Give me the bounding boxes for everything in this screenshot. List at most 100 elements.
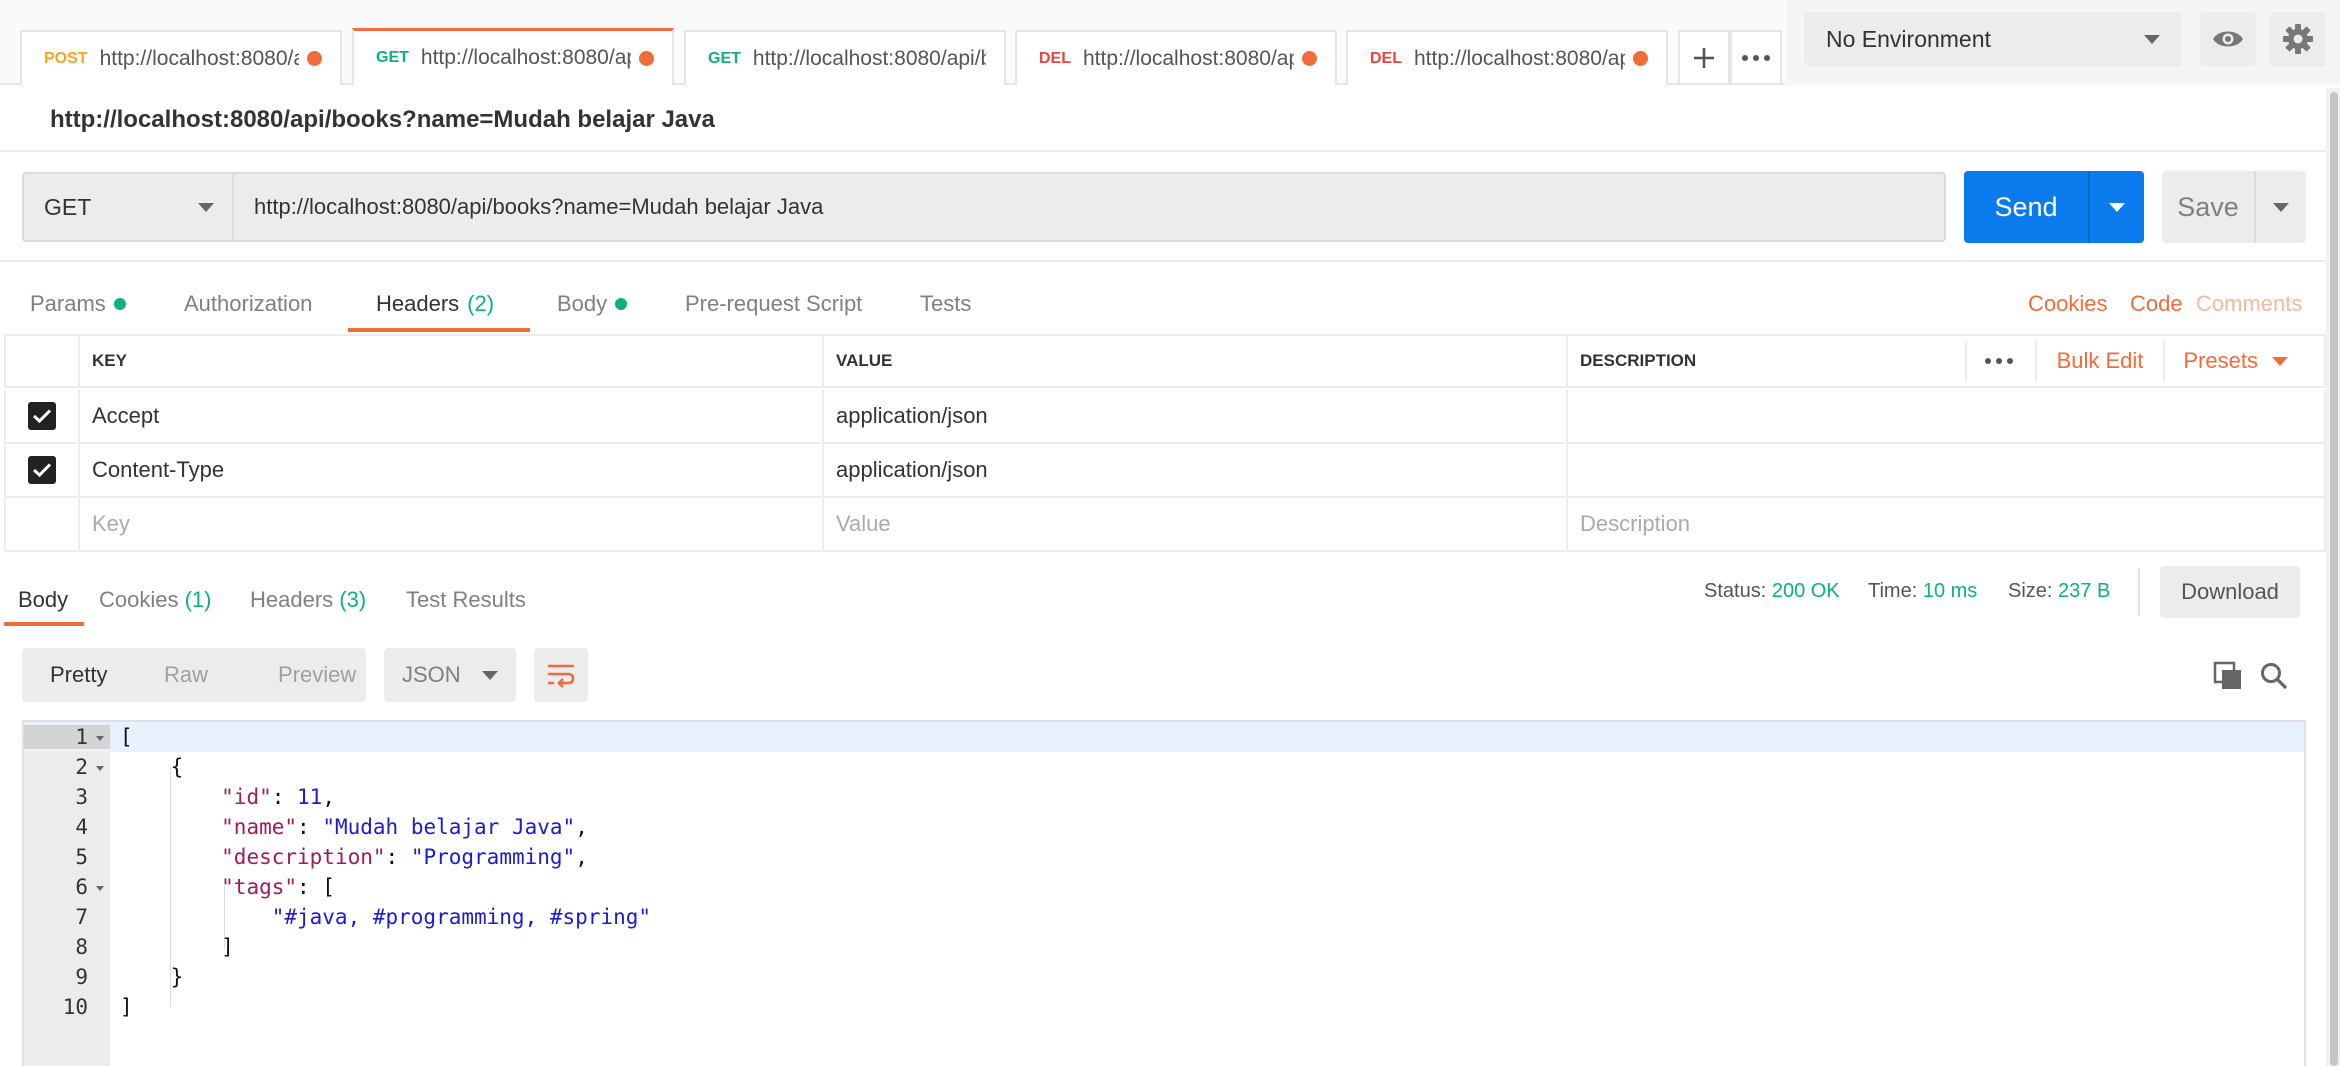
wrap-lines-button[interactable]: [534, 648, 588, 702]
format-preview-button[interactable]: Preview: [250, 662, 364, 688]
new-description-input[interactable]: Description: [1568, 498, 2324, 550]
response-cookies-label: Cookies: [99, 587, 179, 612]
line-number: 10: [62, 995, 88, 1019]
divider: [0, 150, 2326, 152]
request-name: http://localhost:8080/api/books?name=Mud…: [50, 106, 715, 133]
tab-url: http://localhost:8080/api/books: [99, 46, 299, 70]
table-row: Accept application/json: [4, 390, 2326, 444]
tab-method: DEL: [1370, 49, 1402, 67]
header-value-cell[interactable]: application/json: [824, 390, 1568, 442]
tab-params-label: Params: [30, 291, 106, 316]
header-checkbox-cell: [6, 336, 80, 386]
unsaved-dot: [1633, 51, 1648, 66]
response-tab-headers[interactable]: Headers (3): [250, 587, 366, 613]
request-tab[interactable]: GET http://localhost:8080/api/books: [684, 30, 1006, 85]
checkmark-icon: [32, 409, 52, 424]
response-format-group: Pretty Raw Preview: [22, 648, 366, 702]
header-key-cell[interactable]: Content-Type: [80, 444, 824, 496]
request-tab[interactable]: POST http://localhost:8080/api/books: [20, 30, 342, 85]
response-tab-cookies[interactable]: Cookies (1): [99, 587, 212, 613]
header-key-cell[interactable]: Accept: [80, 390, 824, 442]
tab-params[interactable]: Params: [30, 291, 126, 317]
code-line: 2 {: [24, 752, 2304, 782]
tab-headers[interactable]: Headers (2): [376, 291, 494, 317]
tab-body[interactable]: Body: [557, 291, 628, 317]
json-key: "id": [221, 785, 272, 809]
method-select[interactable]: GET: [22, 172, 234, 242]
tab-method: DEL: [1039, 49, 1071, 67]
download-button[interactable]: Download: [2160, 566, 2300, 618]
more-tabs-button[interactable]: [1730, 30, 1782, 85]
header-tools: DESCRIPTION Bulk Edit Presets: [1580, 341, 2312, 381]
request-tab-bar: POST http://localhost:8080/api/books GET…: [0, 0, 1785, 85]
search-response-button[interactable]: [2256, 658, 2292, 694]
new-key-input[interactable]: Key: [80, 498, 824, 550]
row-checkbox-cell: [6, 498, 80, 550]
send-button[interactable]: Send: [1964, 171, 2144, 243]
unsaved-dot: [1302, 51, 1317, 66]
tab-authorization[interactable]: Authorization: [184, 291, 312, 317]
presets-label: Presets: [2183, 348, 2258, 373]
table-row: Content-Type application/json: [4, 444, 2326, 498]
separator: [2034, 341, 2037, 381]
code-line: 4 "name": "Mudah belajar Java",: [24, 812, 2304, 842]
chevron-down-icon: [2273, 202, 2289, 212]
code-text: ]: [120, 995, 133, 1019]
gear-icon: [2283, 24, 2313, 54]
line-number: 1: [24, 725, 110, 749]
tab-method: POST: [44, 49, 88, 67]
environment-select[interactable]: No Environment: [1804, 12, 2182, 66]
fold-arrow-icon[interactable]: [96, 886, 104, 891]
url-input[interactable]: http://localhost:8080/api/books?name=Mud…: [232, 172, 1946, 242]
line-number-text: 1: [75, 725, 88, 749]
save-label: Save: [2177, 191, 2239, 222]
format-raw-button[interactable]: Raw: [136, 662, 250, 688]
response-status: Status: 200 OK: [1704, 580, 1840, 603]
send-options-dropdown[interactable]: [2090, 202, 2144, 212]
copy-icon: [2213, 661, 2241, 689]
header-description-cell[interactable]: [1568, 444, 2324, 496]
header-value-cell[interactable]: application/json: [824, 444, 1568, 496]
time-value: 10 ms: [1922, 580, 1978, 602]
request-tab[interactable]: DEL http://localhost:8080/api: [1346, 30, 1668, 85]
language-select[interactable]: JSON: [384, 648, 516, 702]
new-value-input[interactable]: Value: [824, 498, 1568, 550]
format-pretty-button[interactable]: Pretty: [22, 662, 136, 688]
json-brace: }: [170, 965, 184, 989]
tab-pre-request-script[interactable]: Pre-request Script: [685, 291, 862, 317]
fold-arrow-icon[interactable]: [96, 766, 104, 771]
response-tab-test-results[interactable]: Test Results: [406, 587, 526, 613]
tab-tests[interactable]: Tests: [920, 291, 971, 317]
bulk-edit-button[interactable]: Bulk Edit: [2057, 348, 2144, 374]
line-number-text: 6: [75, 875, 88, 899]
language-label: JSON: [402, 662, 461, 687]
add-tab-button[interactable]: [1678, 30, 1730, 85]
response-tab-body[interactable]: Body: [18, 587, 68, 613]
unsaved-dot: [639, 50, 654, 66]
table-more-button[interactable]: [1984, 358, 2013, 364]
page-scrollbar-thumb[interactable]: [2330, 92, 2338, 1066]
request-tab[interactable]: DEL http://localhost:8080/api: [1015, 30, 1337, 85]
copy-response-button[interactable]: [2210, 658, 2246, 694]
settings-button[interactable]: [2270, 12, 2326, 66]
comments-link[interactable]: Comments: [2196, 291, 2302, 317]
header-description-cell[interactable]: [1568, 390, 2324, 442]
plus-icon: [1694, 47, 1714, 68]
cookies-link[interactable]: Cookies: [2028, 291, 2107, 317]
json-string: "#java, #programming, #spring": [271, 905, 652, 929]
tab-body-label: Body: [557, 291, 608, 316]
environment-quick-look-button[interactable]: [2200, 12, 2256, 66]
save-button[interactable]: Save: [2162, 171, 2306, 243]
fold-arrow-icon[interactable]: [96, 736, 104, 741]
tab-headers-label: Headers: [376, 291, 460, 316]
response-body-editor[interactable]: 1 [ 2 { 3 "id": 11, 4 "name": "Mudah bel…: [22, 720, 2306, 1066]
request-tab-active[interactable]: GET http://localhost:8080/api: [352, 28, 674, 85]
row-enabled-checkbox[interactable]: [28, 456, 56, 484]
code-text: "id": 11,: [221, 785, 335, 809]
presets-dropdown[interactable]: Presets: [2183, 348, 2288, 374]
save-options-dropdown[interactable]: [2256, 202, 2306, 212]
response-cookies-count: (1): [184, 587, 212, 612]
code-link[interactable]: Code: [2130, 291, 2183, 317]
code-text: [: [120, 725, 133, 749]
row-enabled-checkbox[interactable]: [28, 402, 56, 430]
